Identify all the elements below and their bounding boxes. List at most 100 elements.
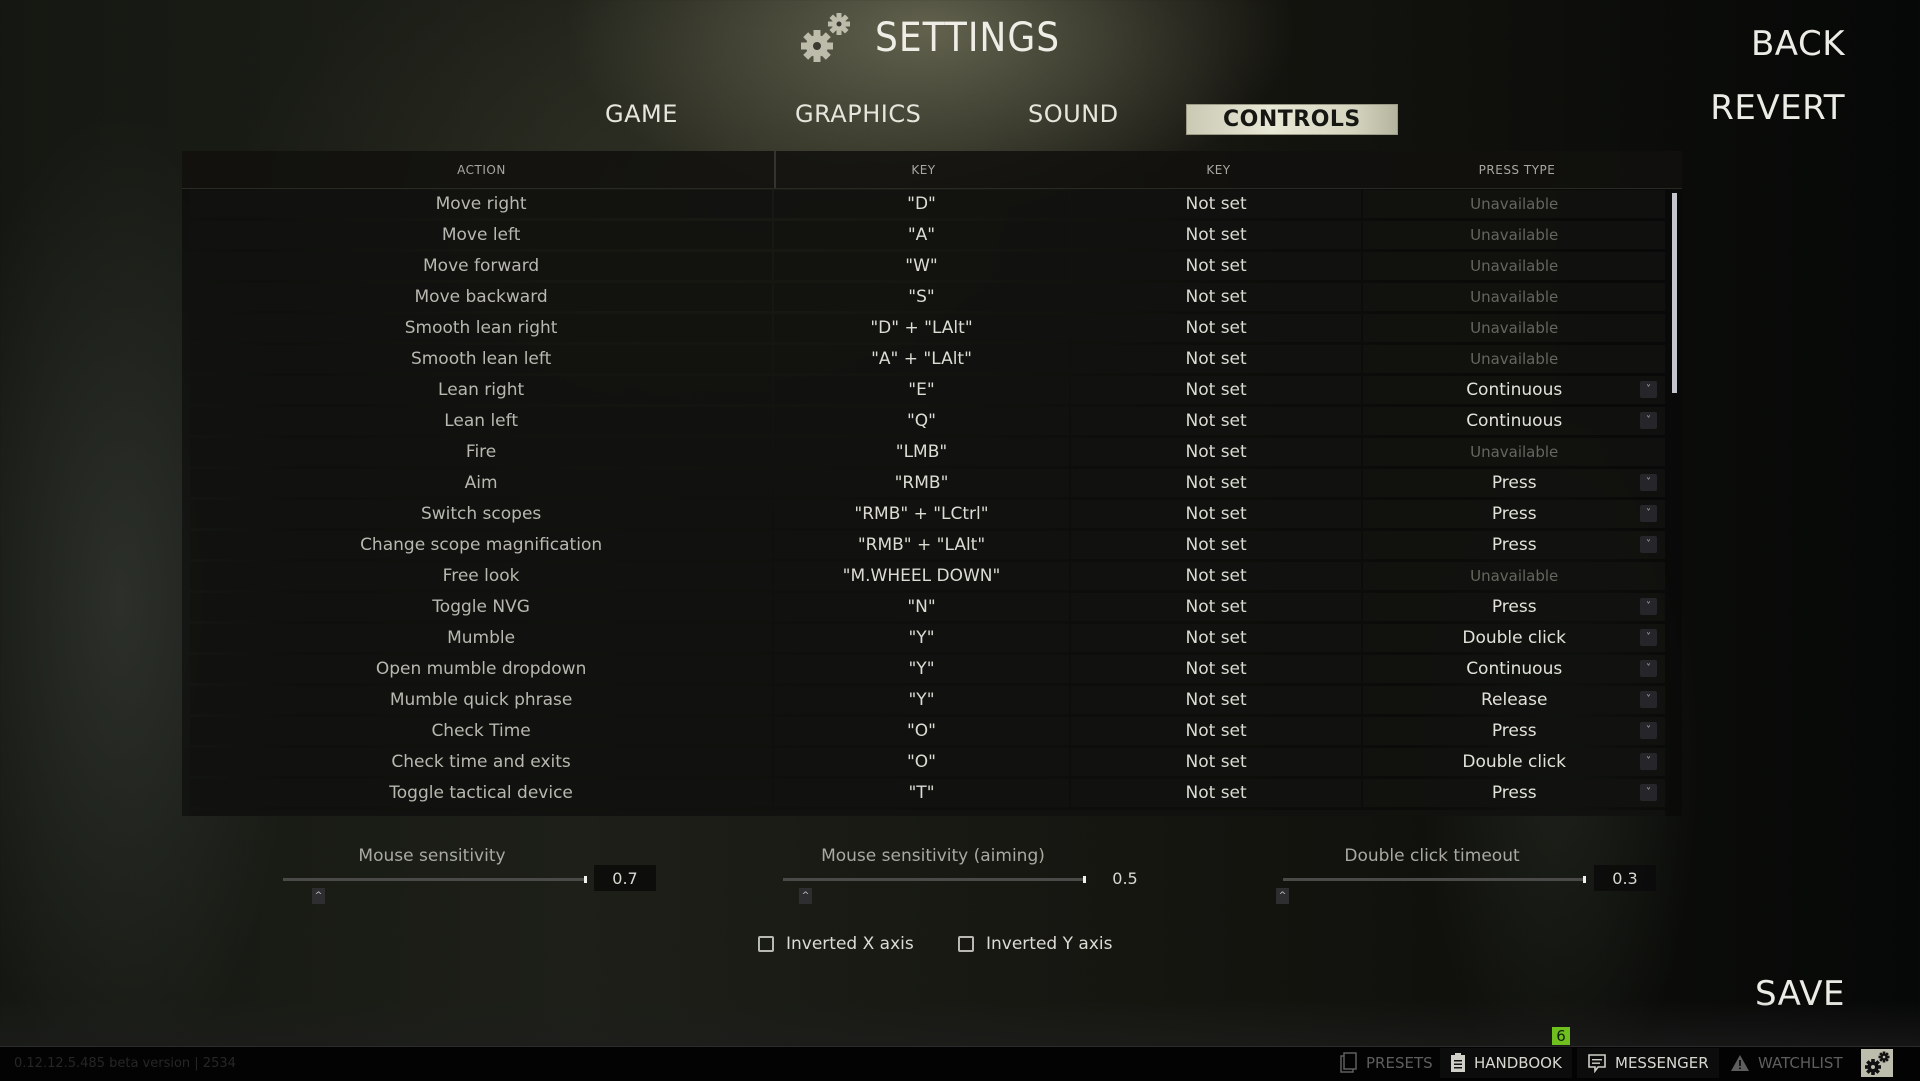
press-type-cell[interactable]: Continuous ˅ <box>1363 407 1665 435</box>
chevron-down-icon[interactable]: ˅ <box>1640 474 1657 491</box>
column-header-key-alt: KEY <box>1206 163 1231 177</box>
secondary-key-cell[interactable]: Not set <box>1070 748 1362 776</box>
value-mouse-sensitivity[interactable]: 0.7 <box>594 865 656 891</box>
primary-key-cell[interactable]: "S" <box>774 283 1069 311</box>
chevron-down-icon[interactable]: ˅ <box>1640 598 1657 615</box>
column-header-action: ACTION <box>457 163 506 177</box>
slider-mouse-sensitivity-aiming[interactable] <box>783 878 1085 881</box>
action-cell-text: Toggle NVG <box>432 597 530 617</box>
secondary-key-cell[interactable]: Not set <box>1070 252 1362 280</box>
secondary-key-cell[interactable]: Not set <box>1070 407 1362 435</box>
primary-key-cell[interactable]: "N" <box>774 593 1069 621</box>
secondary-key-cell[interactable]: Not set <box>1070 376 1362 404</box>
secondary-key-cell[interactable]: Not set <box>1070 655 1362 683</box>
chevron-down-icon[interactable]: ˅ <box>1640 412 1657 429</box>
secondary-key-cell-text: Not set <box>1185 752 1247 772</box>
revert-button[interactable]: REVERT <box>1710 88 1845 128</box>
primary-key-cell[interactable]: "RMB" + "LCtrl" <box>774 500 1069 528</box>
watchlist-button[interactable]: WATCHLIST <box>1720 1048 1853 1078</box>
primary-key-cell[interactable]: "A" <box>774 221 1069 249</box>
tab-controls[interactable]: CONTROLS <box>1186 104 1398 135</box>
primary-key-cell-text: "S" <box>908 287 935 307</box>
table-scrollbar[interactable] <box>1672 193 1677 393</box>
secondary-key-cell[interactable]: Not set <box>1070 624 1362 652</box>
inverted-y-axis-checkbox[interactable]: Inverted Y axis <box>958 934 1112 954</box>
secondary-key-cell[interactable]: Not set <box>1070 531 1362 559</box>
primary-key-cell[interactable]: "D" <box>774 190 1069 218</box>
chevron-down-icon[interactable]: ˅ <box>1640 784 1657 801</box>
press-type-cell[interactable]: Double click ˅ <box>1363 624 1665 652</box>
primary-key-cell[interactable]: "A" + "LAlt" <box>774 345 1069 373</box>
secondary-key-cell[interactable]: Not set <box>1070 500 1362 528</box>
chevron-down-icon[interactable]: ˅ <box>1640 691 1657 708</box>
primary-key-cell[interactable]: "E" <box>774 376 1069 404</box>
secondary-key-cell[interactable]: Not set <box>1070 438 1362 466</box>
primary-key-cell[interactable]: "Y" <box>774 686 1069 714</box>
handbook-label: HANDBOOK <box>1474 1054 1562 1072</box>
press-type-cell[interactable]: Press ˅ <box>1363 500 1665 528</box>
secondary-key-cell[interactable]: Not set <box>1070 717 1362 745</box>
primary-key-cell[interactable]: "RMB" <box>774 469 1069 497</box>
primary-key-cell[interactable]: "Y" <box>774 655 1069 683</box>
chevron-down-icon[interactable]: ˅ <box>1640 629 1657 646</box>
back-button[interactable]: BACK <box>1751 24 1845 64</box>
press-type-cell[interactable]: Press ˅ <box>1363 469 1665 497</box>
slider-thumb-double-click-timeout[interactable] <box>1583 876 1586 883</box>
checkbox-box[interactable] <box>958 936 974 952</box>
primary-key-cell[interactable]: "LMB" <box>774 438 1069 466</box>
secondary-key-cell[interactable]: Not set <box>1070 283 1362 311</box>
slider-mouse-sensitivity[interactable] <box>283 878 585 881</box>
step-up-double-click-timeout[interactable]: ^ <box>1276 888 1289 904</box>
press-type-cell: Unavailable <box>1363 438 1665 466</box>
primary-key-cell[interactable]: "D" + "LAlt" <box>774 314 1069 342</box>
step-up-mouse-sensitivity-aiming[interactable]: ^ <box>799 888 812 904</box>
chevron-down-icon[interactable]: ˅ <box>1640 753 1657 770</box>
inverted-x-axis-checkbox[interactable]: Inverted X axis <box>758 934 914 954</box>
primary-key-cell[interactable]: "Y" <box>774 624 1069 652</box>
press-type-cell[interactable]: Press ˅ <box>1363 531 1665 559</box>
secondary-key-cell[interactable]: Not set <box>1070 469 1362 497</box>
primary-key-cell[interactable]: "RMB" + "LAlt" <box>774 531 1069 559</box>
chevron-down-icon[interactable]: ˅ <box>1640 381 1657 398</box>
primary-key-cell[interactable]: "O" <box>774 748 1069 776</box>
secondary-key-cell[interactable]: Not set <box>1070 314 1362 342</box>
chevron-down-icon[interactable]: ˅ <box>1640 722 1657 739</box>
primary-key-cell[interactable]: "T" <box>774 779 1069 807</box>
secondary-key-cell[interactable]: Not set <box>1070 686 1362 714</box>
secondary-key-cell[interactable]: Not set <box>1070 593 1362 621</box>
press-type-cell[interactable]: Continuous ˅ <box>1363 655 1665 683</box>
checkbox-box[interactable] <box>758 936 774 952</box>
secondary-key-cell[interactable]: Not set <box>1070 779 1362 807</box>
press-type-cell[interactable]: Press ˅ <box>1363 779 1665 807</box>
press-type-cell[interactable]: Press ˅ <box>1363 717 1665 745</box>
press-type-cell[interactable]: Press ˅ <box>1363 593 1665 621</box>
secondary-key-cell[interactable]: Not set <box>1070 562 1362 590</box>
primary-key-cell[interactable]: "Q" <box>774 407 1069 435</box>
primary-key-cell[interactable]: "W" <box>774 252 1069 280</box>
step-up-mouse-sensitivity[interactable]: ^ <box>312 888 325 904</box>
chevron-down-icon[interactable]: ˅ <box>1640 536 1657 553</box>
secondary-key-cell[interactable]: Not set <box>1070 221 1362 249</box>
messenger-button[interactable]: MESSENGER <box>1577 1048 1719 1078</box>
tab-game[interactable]: GAME <box>605 100 678 128</box>
tab-sound[interactable]: SOUND <box>1028 100 1119 128</box>
value-mouse-sensitivity-aiming[interactable]: 0.5 <box>1094 865 1156 891</box>
slider-thumb-mouse-sensitivity[interactable] <box>584 876 587 883</box>
chevron-down-icon[interactable]: ˅ <box>1640 505 1657 522</box>
press-type-cell[interactable]: Double click ˅ <box>1363 748 1665 776</box>
action-cell: Check Time <box>190 717 773 745</box>
press-type-cell[interactable]: Release ˅ <box>1363 686 1665 714</box>
slider-thumb-mouse-sensitivity-aiming[interactable] <box>1083 876 1086 883</box>
secondary-key-cell[interactable]: Not set <box>1070 190 1362 218</box>
presets-button[interactable]: PRESETS <box>1330 1048 1443 1078</box>
primary-key-cell[interactable]: "M.WHEEL DOWN" <box>774 562 1069 590</box>
primary-key-cell[interactable]: "O" <box>774 717 1069 745</box>
settings-button[interactable] <box>1861 1049 1893 1077</box>
handbook-button[interactable]: HANDBOOK <box>1440 1048 1572 1078</box>
chevron-down-icon[interactable]: ˅ <box>1640 660 1657 677</box>
tab-graphics[interactable]: GRAPHICS <box>795 100 921 128</box>
secondary-key-cell[interactable]: Not set <box>1070 345 1362 373</box>
value-double-click-timeout[interactable]: 0.3 <box>1594 865 1656 891</box>
slider-double-click-timeout[interactable] <box>1283 878 1585 881</box>
press-type-cell[interactable]: Continuous ˅ <box>1363 376 1665 404</box>
